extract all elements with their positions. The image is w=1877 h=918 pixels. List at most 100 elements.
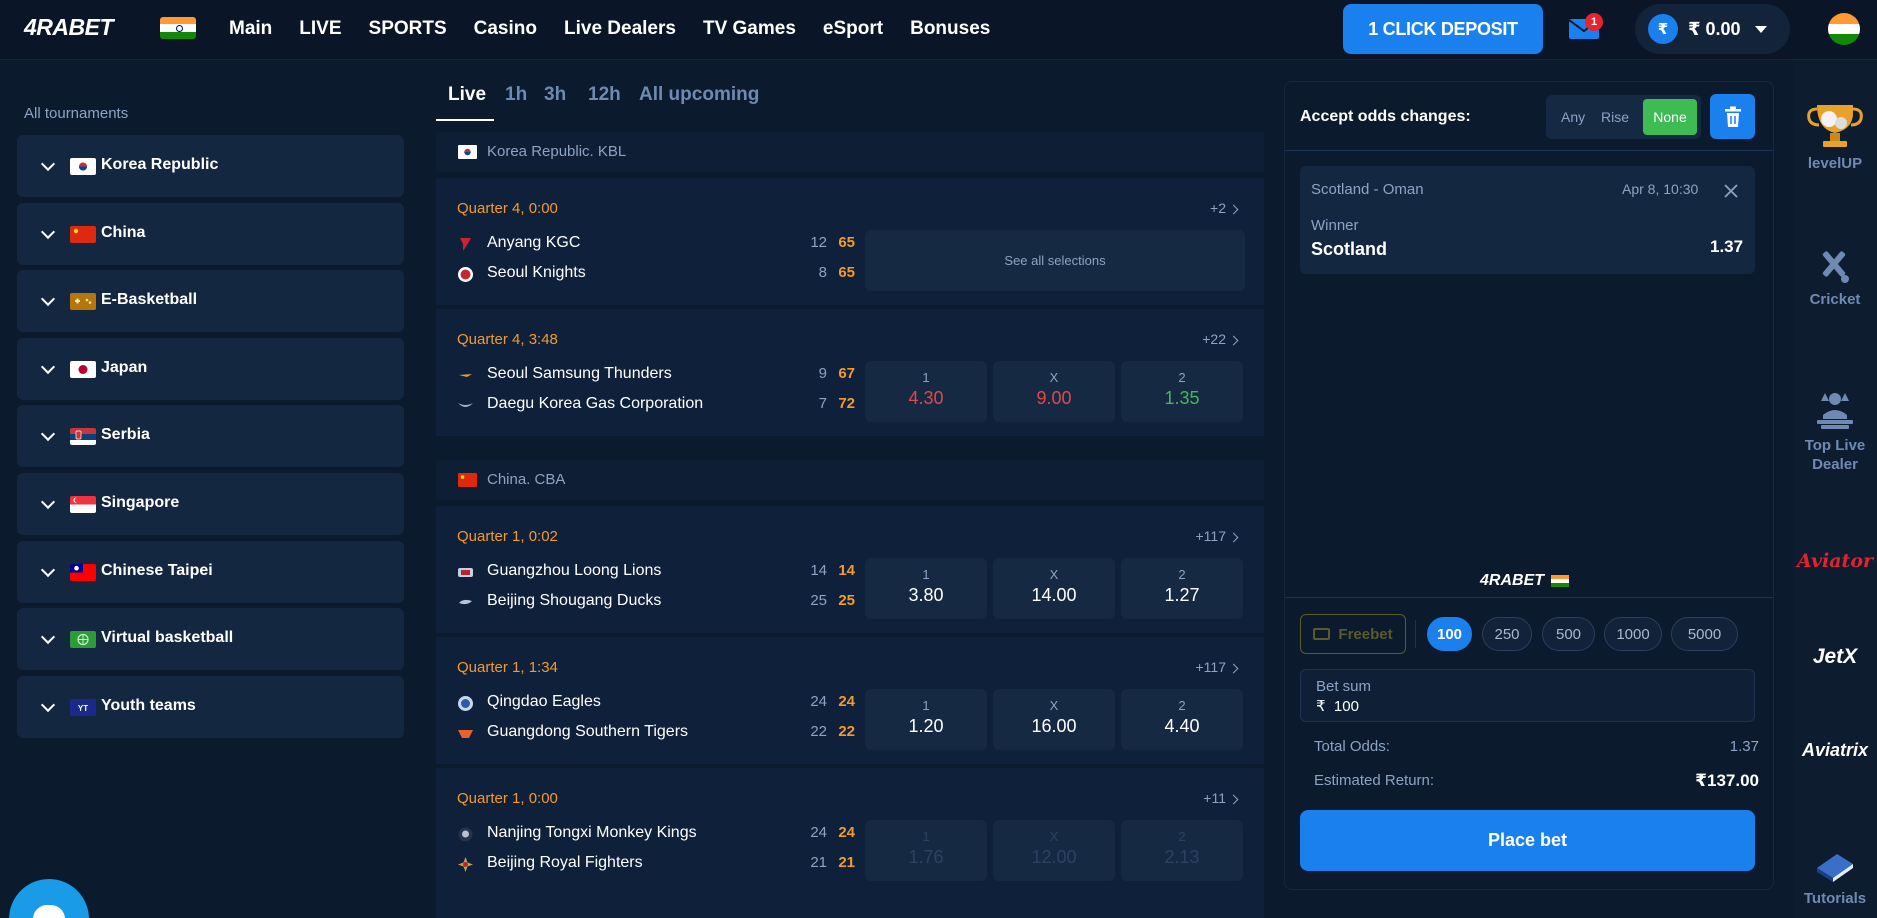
tab-live[interactable]: Live — [448, 84, 486, 106]
rail-item-aviatrix[interactable]: Aviatrix — [1793, 740, 1877, 761]
bet-sum-label: Bet sum — [1316, 678, 1372, 695]
tournament-item[interactable]: Chinese Taipei — [17, 540, 404, 603]
nav-casino[interactable]: Casino — [474, 18, 537, 40]
odd-label: 1 — [922, 567, 930, 582]
chevron-down-icon — [40, 562, 56, 577]
clear-slip-button[interactable] — [1710, 94, 1755, 139]
tournament-item[interactable]: E-Basketball — [17, 270, 404, 333]
freebet-label: Freebet — [1338, 625, 1393, 643]
more-markets[interactable]: +11 — [1203, 790, 1226, 806]
match-card[interactable]: Quarter 1, 0:02 +117 Guangzhou Loong Lio… — [436, 506, 1264, 633]
nav-live[interactable]: LIVE — [299, 18, 341, 40]
tournament-name: Singapore — [101, 493, 180, 511]
quick-amount-chip[interactable]: 500 — [1542, 617, 1595, 651]
cricket-icon — [1822, 251, 1849, 283]
quick-amount-chip[interactable]: 250 — [1482, 617, 1532, 651]
odd-button-home[interactable]: 1 3.80 — [865, 558, 987, 619]
nav-tv-games[interactable]: TV Games — [703, 18, 796, 40]
tab-3h[interactable]: 3h — [544, 84, 566, 106]
book-icon — [1817, 854, 1853, 882]
total-score: 67 — [838, 365, 855, 382]
odd-value: 1.20 — [908, 716, 944, 736]
caret-down-icon — [1754, 25, 1767, 33]
one-click-deposit-button[interactable]: 1 CLICK DEPOSIT — [1343, 4, 1543, 54]
league-header[interactable]: China. CBA — [436, 460, 1264, 500]
tournament-item[interactable]: Singapore — [17, 472, 404, 535]
rail-item-jetx[interactable]: JetX — [1793, 645, 1877, 669]
team-row: Guangzhou Loong Lions 14 14 — [457, 562, 855, 582]
nav-esport[interactable]: eSport — [823, 18, 883, 40]
site-logo[interactable]: 4RABET — [24, 14, 114, 41]
live-chat-button[interactable] — [9, 879, 89, 918]
tournament-item[interactable]: Japan — [17, 337, 404, 400]
rail-label: Tutorials — [1803, 890, 1867, 907]
nav-live-dealers[interactable]: Live Dealers — [564, 18, 676, 40]
more-markets[interactable]: +2 — [1210, 200, 1226, 216]
odd-button-draw[interactable]: X 14.00 — [993, 558, 1115, 619]
odd-button-home[interactable]: 1 1.20 — [865, 689, 987, 750]
freebet-button[interactable]: Freebet — [1300, 614, 1406, 654]
estimated-return-value: ₹137.00 — [1695, 771, 1759, 790]
nav-bonuses[interactable]: Bonuses — [910, 18, 990, 40]
place-bet-button[interactable]: Place bet — [1300, 810, 1755, 871]
team-name: Qingdao Eagles — [487, 693, 601, 710]
more-markets[interactable]: +22 — [1202, 331, 1226, 347]
chevron-down-icon — [40, 359, 56, 374]
nav-sports[interactable]: SPORTS — [369, 18, 447, 40]
live-events: Live 1h 3h 12h All upcoming Korea Republ… — [436, 61, 1264, 918]
odd-label: 2 — [1178, 567, 1186, 582]
quick-amount-chip[interactable]: 1000 — [1604, 617, 1662, 651]
korea-flag-icon — [458, 145, 477, 159]
language-flag-icon[interactable] — [1828, 13, 1860, 45]
odd-label: 1 — [922, 698, 930, 713]
see-all-selections-button[interactable]: See all selections — [865, 230, 1245, 291]
more-markets[interactable]: +117 — [1196, 659, 1227, 675]
estimated-return-label: Estimated Return: — [1314, 772, 1435, 789]
tournament-item[interactable]: Virtual basketball — [17, 608, 404, 671]
bet-sum-input[interactable]: Bet sum ₹ 100 — [1300, 669, 1755, 722]
odd-button-draw[interactable]: X 16.00 — [993, 689, 1115, 750]
match-card[interactable]: Quarter 1, 0:00 +11 Nanjing Tongxi Monke… — [436, 768, 1264, 918]
bet-event-name: Scotland - Oman — [1311, 181, 1424, 198]
tournament-name: Youth teams — [101, 696, 196, 714]
total-odds-value: 1.37 — [1729, 738, 1759, 755]
odd-button-home[interactable]: 1 4.30 — [865, 361, 987, 422]
chevron-down-icon — [40, 156, 56, 172]
odds-option-rise[interactable]: Rise — [1601, 109, 1629, 125]
match-card[interactable]: Quarter 4, 0:00 +2 Anyang KGC 12 65 Seou… — [436, 178, 1264, 305]
nav-main[interactable]: Main — [229, 18, 272, 40]
tournament-item[interactable]: Serbia — [17, 405, 404, 468]
quick-amount-chip[interactable]: 100 — [1427, 617, 1472, 651]
slip-logo: 4RABET — [1480, 572, 1570, 590]
tournament-item[interactable]: China — [17, 202, 404, 265]
tab-all-upcoming[interactable]: All upcoming — [639, 84, 759, 106]
tournament-item[interactable]: Korea Republic — [17, 135, 404, 197]
rail-item-aviator[interactable]: Aviator — [1793, 550, 1877, 572]
quick-amount-chip[interactable]: 5000 — [1671, 617, 1738, 651]
match-card[interactable]: Quarter 1, 1:34 +117 Qingdao Eagles 24 2… — [436, 637, 1264, 764]
more-markets[interactable]: +117 — [1196, 528, 1227, 544]
rail-item-top-live-dealer[interactable]: Top Live Dealer — [1793, 389, 1877, 474]
total-score: 25 — [838, 592, 855, 609]
balance-dropdown[interactable]: ₹ ₹ 0.00 — [1635, 4, 1790, 54]
rail-item-tutorials[interactable]: Tutorials — [1793, 846, 1877, 908]
match-card[interactable]: Quarter 4, 3:48 +22 Seoul Samsung Thunde… — [436, 309, 1264, 436]
team-logo-icon — [459, 374, 472, 377]
odds-option-any[interactable]: Any — [1561, 109, 1585, 125]
tournament-name: Serbia — [101, 426, 150, 444]
team-row: Nanjing Tongxi Monkey Kings 24 24 — [457, 824, 855, 844]
match-time: Quarter 4, 0:00 — [457, 200, 558, 217]
tab-12h[interactable]: 12h — [588, 84, 621, 106]
close-icon[interactable] — [1724, 184, 1738, 198]
tab-1h[interactable]: 1h — [505, 84, 527, 106]
tournament-item[interactable]: YT Youth teams — [17, 675, 404, 738]
rail-item-levelup[interactable]: levelUP — [1793, 99, 1877, 173]
odd-button-away[interactable]: 2 4.40 — [1121, 689, 1243, 750]
odd-button-away[interactable]: 2 1.27 — [1121, 558, 1243, 619]
odd-button-draw[interactable]: X 9.00 — [993, 361, 1115, 422]
league-header[interactable]: Korea Republic. KBL — [436, 132, 1264, 172]
rail-item-cricket[interactable]: Cricket — [1793, 247, 1877, 309]
odds-option-none[interactable]: None — [1643, 99, 1697, 135]
total-score: 24 — [838, 693, 855, 710]
odd-button-away[interactable]: 2 1.35 — [1121, 361, 1243, 422]
